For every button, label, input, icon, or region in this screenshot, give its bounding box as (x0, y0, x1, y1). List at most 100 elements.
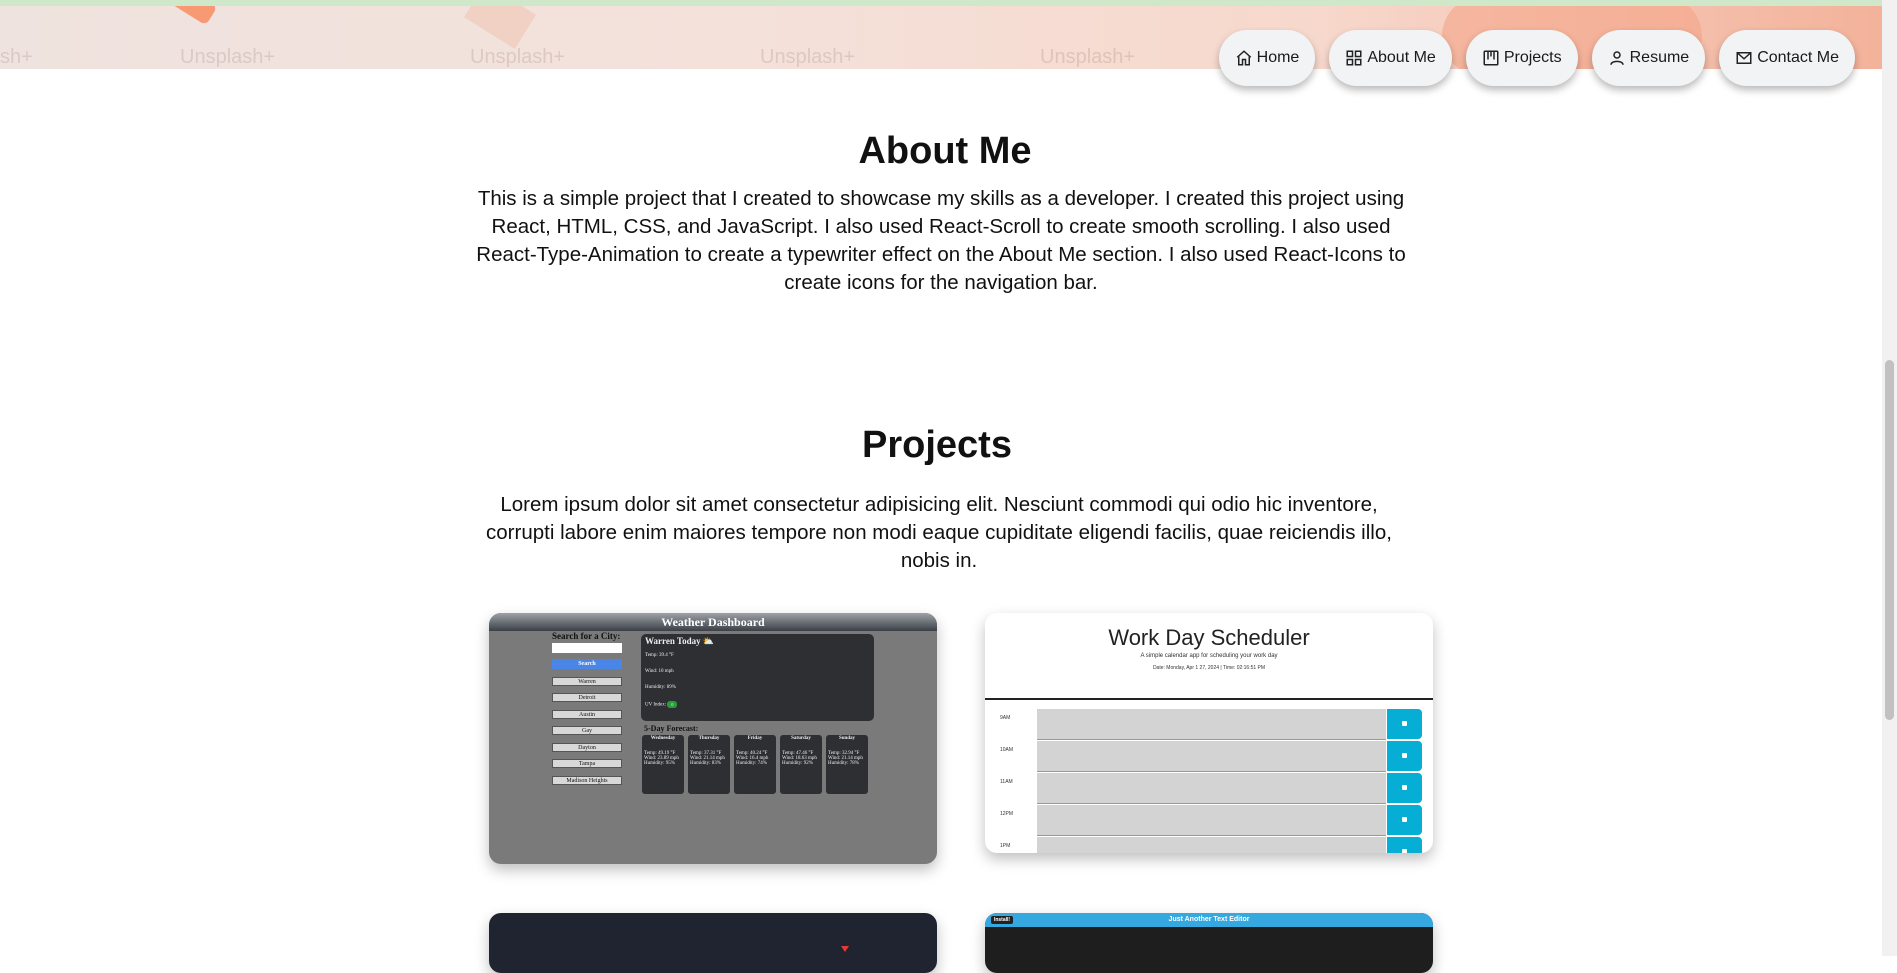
forecast-card: Sunday Temp: 32.94 °F Wind: 21.14 mph Hum… (826, 735, 868, 794)
red-marker-icon (841, 946, 849, 952)
hero-decoration (112, 6, 218, 26)
projects-title: Projects (862, 424, 1012, 466)
uv-value: 0 (671, 702, 674, 707)
watermark-text: sh+ (0, 46, 33, 68)
city-history-item: Austin (552, 709, 622, 719)
watermark-text: Unsplash+ (1040, 46, 1136, 68)
projects-section: Projects Lorem ipsum dolor sit amet cons… (0, 424, 1882, 575)
hour-label: 12PM (1000, 811, 1014, 817)
scheduler-title: Work Day Scheduler (1108, 625, 1310, 650)
today-humidity: Humidity: 89% (645, 685, 676, 690)
uv-badge: 0 (667, 701, 678, 708)
scheduler-subtitle: A simple calendar app for scheduling you… (1140, 653, 1278, 659)
editor-header: Install! Just Another Text Editor (985, 913, 1433, 927)
watermark-text: Unsplash+ (760, 46, 856, 68)
time-block: 9AM (985, 709, 1433, 740)
forecast-day: Sunday (838, 736, 856, 741)
hour-label: 9AM (1000, 715, 1011, 721)
nav-resume-label: Resume (1629, 49, 1690, 66)
forecast-details: Temp: 49.19 °F Wind: 23.89 mph Humidity:… (644, 751, 679, 766)
scrollbar-thumb[interactable] (1885, 360, 1894, 720)
project-card-scheduler[interactable]: Work Day Scheduler A simple calendar app… (985, 613, 1433, 853)
city-history-item: Madison Heights (552, 775, 622, 785)
save-icon (1387, 709, 1422, 739)
nav-contact-button[interactable]: Contact Me (1719, 30, 1855, 86)
scheduler-divider (985, 698, 1433, 700)
about-title: About Me (858, 130, 1032, 172)
nav-about-button[interactable]: About Me (1329, 30, 1452, 86)
grid-icon (1346, 50, 1362, 66)
scheduler-date: Date: Monday, Apr 1 27, 2024 | Time: 02:… (1152, 665, 1266, 671)
navigation-bar: Home About Me Projects Resume Contact Me (1218, 30, 1855, 86)
nav-projects-label: Projects (1503, 49, 1562, 66)
forecast-day: Thursday (698, 736, 720, 741)
nav-home-button[interactable]: Home (1218, 30, 1316, 86)
time-block: 1PM (985, 837, 1433, 853)
nav-home-label: Home (1256, 49, 1300, 66)
install-button: Install! (991, 916, 1013, 924)
save-icon (1387, 773, 1422, 803)
today-temp: Temp: 39.4 °F (645, 653, 674, 658)
forecast-card: Thursday Temp: 37.31 °F Wind: 21.14 mph H… (688, 735, 730, 794)
forecast-card: Saturday Temp: 47.46 °F Wind: 18.63 mph H… (780, 735, 822, 794)
weather-title: Weather Dashboard (489, 613, 937, 631)
project-card-text-editor[interactable]: Install! Just Another Text Editor (985, 913, 1433, 973)
weather-sidebar: Search for a City: Search Warren Detroit… (552, 631, 624, 785)
watermark-text: Unsplash+ (180, 46, 276, 68)
search-button: Search (552, 659, 622, 669)
project-card-weather[interactable]: Weather Dashboard Search for a City: Sea… (489, 613, 937, 864)
time-block: 12PM (985, 805, 1433, 836)
user-icon (1609, 51, 1624, 65)
today-wind: Wind: 10 mph (645, 669, 674, 674)
forecast-details: Temp: 37.31 °F Wind: 21.14 mph Humidity:… (690, 751, 725, 766)
kanban-icon (1483, 50, 1499, 66)
nav-about-label: About Me (1367, 49, 1436, 66)
forecast-details: Temp: 32.94 °F Wind: 21.14 mph Humidity:… (828, 751, 863, 766)
projects-text: Lorem ipsum dolor sit amet consectetur a… (486, 493, 1392, 572)
city-history-item: Dayton (552, 742, 622, 752)
forecast-card: Friday Temp: 40.24 °F Wind: 16.4 mph Humi… (734, 735, 776, 794)
time-block: 11AM (985, 773, 1433, 804)
today-weather-panel: Warren Today ⛅ Temp: 39.4 °F Wind: 10 mp… (641, 634, 874, 721)
mail-icon (1736, 52, 1752, 64)
forecast-details: Temp: 40.24 °F Wind: 16.4 mph Humidity: … (736, 751, 769, 766)
hour-label: 1PM (1000, 843, 1011, 849)
today-title: Warren Today ⛅ (645, 636, 715, 646)
time-block: 10AM (985, 741, 1433, 772)
time-block-area (1037, 709, 1386, 740)
forecast-day: Friday (747, 736, 763, 741)
page-scrollbar[interactable] (1882, 0, 1897, 956)
home-icon (1236, 50, 1251, 66)
project-card-dark[interactable] (489, 913, 937, 973)
nav-contact-label: Contact Me (1757, 49, 1839, 66)
today-uv: UV Index: 0 (645, 701, 870, 708)
nav-resume-button[interactable]: Resume (1591, 30, 1706, 86)
forecast-row: Wednesday Temp: 49.19 °F Wind: 23.89 mph … (642, 735, 868, 794)
editor-title: Just Another Text Editor (1168, 916, 1250, 923)
hour-label: 10AM (1000, 747, 1014, 753)
search-label: Search for a City: (552, 631, 621, 641)
forecast-day: Saturday (791, 736, 811, 741)
hero-decoration (463, 6, 537, 49)
watermark-text: Unsplash+ (470, 46, 566, 68)
forecast-title: 5-Day Forecast: (644, 724, 699, 733)
forecast-details: Temp: 47.46 °F Wind: 18.63 mph Humidity:… (782, 751, 817, 766)
city-history-item: Gay (552, 726, 622, 735)
save-icon (1387, 805, 1422, 835)
city-history-item: Detroit (552, 693, 622, 702)
save-icon (1387, 837, 1422, 853)
nav-projects-button[interactable]: Projects (1465, 30, 1578, 86)
city-history-item: Warren (552, 676, 622, 686)
forecast-day: Wednesday (650, 736, 676, 741)
uv-label: UV Index: (645, 702, 667, 708)
time-block-area (1037, 837, 1386, 853)
forecast-card: Wednesday Temp: 49.19 °F Wind: 23.89 mph … (642, 735, 684, 794)
about-text: This is a simple project that I created … (476, 187, 1406, 294)
save-icon (1387, 741, 1422, 771)
city-search-input (552, 643, 622, 653)
about-section: About Me This is a simple project that I… (0, 130, 1882, 297)
time-block-area (1037, 805, 1386, 836)
city-history-item: Tampa (552, 759, 622, 768)
time-block-area (1037, 741, 1386, 772)
hour-label: 11AM (1000, 779, 1013, 785)
